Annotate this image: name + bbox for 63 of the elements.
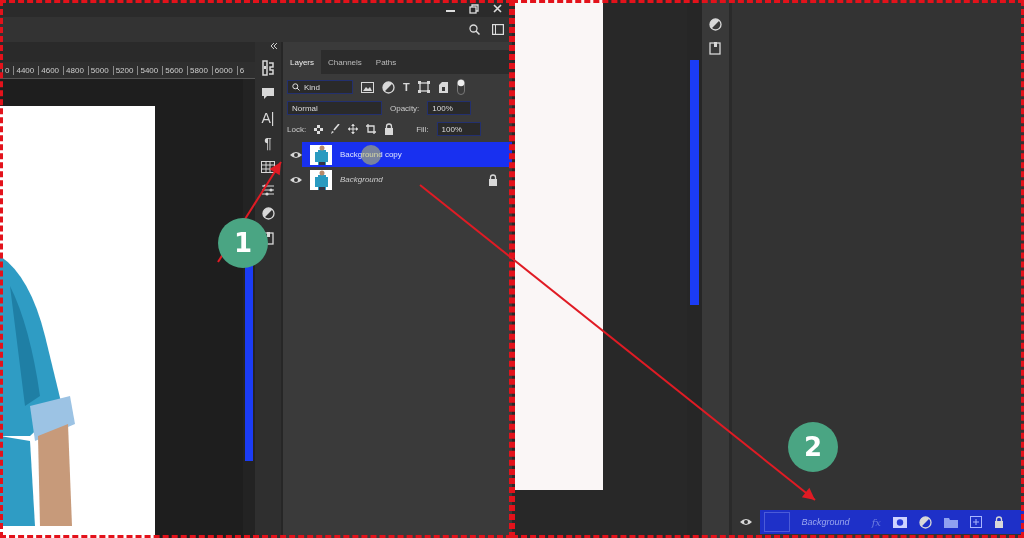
comment-icon[interactable]: [261, 87, 275, 100]
contrast-icon[interactable]: [919, 515, 932, 529]
sliders-icon[interactable]: [261, 184, 275, 196]
contrast-icon[interactable]: [708, 18, 722, 31]
ruler-label: 5600: [162, 65, 184, 75]
clipboard-icon[interactable]: [709, 41, 722, 55]
panel-tab[interactable]: Channels: [321, 50, 369, 74]
tool-glyph[interactable]: A|: [261, 111, 275, 125]
panel-tab[interactable]: Paths: [368, 50, 404, 74]
collapse-icon[interactable]: [270, 43, 278, 49]
mask-icon[interactable]: [893, 516, 907, 528]
lock-icon: [994, 516, 1004, 528]
ruler-label: 5000: [87, 65, 109, 75]
contrast-icon[interactable]: [382, 80, 395, 94]
layer-name: Background: [801, 517, 850, 527]
ruler-label: 5800: [187, 65, 208, 75]
lock-icon: [488, 173, 498, 186]
opacity-field[interactable]: 100%: [427, 101, 472, 115]
layer-thumbnail: [763, 512, 790, 532]
opacity-label: Opacity:: [390, 103, 420, 113]
image-icon[interactable]: [361, 81, 374, 93]
panel-tab[interactable]: Layers: [283, 50, 321, 74]
ruler-label: 5200: [112, 65, 134, 75]
fill-label: Fill:: [416, 124, 429, 134]
move-icon[interactable]: [348, 124, 359, 134]
table-icon[interactable]: [261, 161, 275, 173]
blend-mode-dropdown[interactable]: Normal: [287, 101, 382, 115]
ruler-label: 4400: [13, 65, 35, 75]
eye-icon[interactable]: [290, 175, 302, 184]
eye-icon[interactable]: [739, 518, 752, 526]
history-icon[interactable]: [262, 60, 274, 76]
layer-name: Background: [340, 175, 384, 184]
filter-dropdown[interactable]: Kind: [287, 80, 353, 94]
tool-glyph[interactable]: T: [403, 81, 410, 93]
contrast-icon[interactable]: [261, 207, 275, 220]
layer-name: Background copy: [340, 150, 403, 159]
ruler-label: 6: [236, 65, 245, 75]
search-icon: [292, 83, 300, 91]
ruler-label: 0: [2, 65, 10, 75]
shape-icon[interactable]: [417, 81, 430, 93]
new-layer-icon[interactable]: [970, 516, 982, 528]
layer-row[interactable]: Background fx: [759, 510, 1024, 534]
panel-layout-icon[interactable]: [492, 24, 504, 35]
tool-glyph[interactable]: ¶: [264, 136, 272, 150]
ruler-label: 4600: [38, 65, 60, 75]
search-icon[interactable]: [469, 24, 480, 35]
restore-icon[interactable]: [469, 3, 479, 14]
ruler-label: 6000: [211, 65, 233, 75]
fill-field[interactable]: 100%: [436, 122, 481, 136]
scrollbar-thumb[interactable]: [689, 60, 700, 305]
toggle-icon[interactable]: [456, 79, 465, 95]
ruler-label: 5400: [137, 65, 159, 75]
eye-icon[interactable]: [290, 150, 302, 159]
close-icon[interactable]: [493, 4, 502, 13]
brush-icon[interactable]: [331, 124, 341, 134]
layer-row[interactable]: Background: [283, 167, 512, 192]
folder-icon[interactable]: [944, 516, 958, 528]
lock-label: Lock:: [287, 124, 307, 134]
dropdown-value: Kind: [304, 82, 321, 92]
crop-icon[interactable]: [366, 124, 377, 134]
ruler-label: 4800: [63, 65, 84, 75]
lock-icon[interactable]: [384, 123, 395, 135]
document-icon[interactable]: [437, 80, 449, 94]
